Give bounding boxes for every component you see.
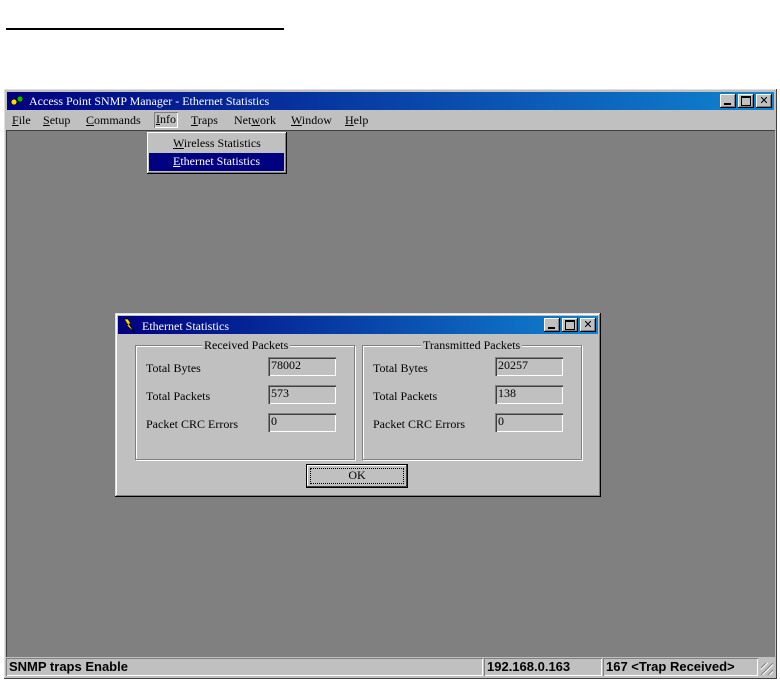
menu-info[interactable]: Info [154,112,178,128]
tx-total-packets-label: Total Packets [373,389,438,403]
info-dropdown-menu: Wireless Statistics Ethernet Statistics [147,132,287,174]
status-traps: 167 <Trap Received> [603,658,758,676]
maximize-icon [565,320,575,330]
close-icon: ✕ [759,94,769,107]
menu-network[interactable]: Network [234,113,276,128]
status-text: SNMP traps Enable [6,658,483,676]
main-titlebar[interactable]: Access Point SNMP Manager - Ethernet Sta… [7,92,774,110]
resize-grip-icon[interactable] [761,663,773,675]
ethernet-statistics-dialog: Ethernet Statistics ✕ Received Packets T… [115,313,601,497]
menubar: File Setup Commands Info Traps Network W… [7,111,774,129]
rx-crc-label: Packet CRC Errors [146,417,238,431]
menu-item-wireless-statistics[interactable]: Wireless Statistics [149,135,284,153]
menu-setup[interactable]: Setup [43,113,70,128]
minimize-icon [548,327,555,329]
rx-crc-field[interactable]: 0 [268,413,336,432]
tx-total-bytes-label: Total Bytes [373,361,428,375]
minimize-icon [724,103,731,105]
maximize-icon [741,96,751,106]
main-window-title: Access Point SNMP Manager - Ethernet Sta… [29,94,270,108]
tx-crc-field[interactable]: 0 [495,413,563,432]
received-packets-group: Received Packets Total Bytes 78002 Total… [135,338,355,460]
tx-crc-label: Packet CRC Errors [373,417,465,431]
close-button[interactable]: ✕ [756,94,772,108]
app-icon [10,95,24,106]
top-rule [6,28,284,30]
focus-rect [310,468,404,484]
dialog-titlebar[interactable]: Ethernet Statistics ✕ [118,316,598,334]
lightning-icon [123,318,135,333]
rx-total-packets-label: Total Packets [146,389,211,403]
rx-total-bytes-label: Total Bytes [146,361,201,375]
dialog-title: Ethernet Statistics [142,319,229,333]
minimize-button[interactable] [720,94,736,108]
transmitted-packets-group: Transmitted Packets Total Bytes 20257 To… [362,338,582,460]
menu-file[interactable]: File [12,113,31,128]
rx-total-packets-field[interactable]: 573 [268,385,336,404]
menu-help[interactable]: Help [345,113,368,128]
menu-traps[interactable]: Traps [191,113,218,128]
dialog-close-button[interactable]: ✕ [580,318,596,332]
maximize-button[interactable] [738,94,754,108]
dialog-maximize-button[interactable] [562,318,578,332]
ok-button[interactable]: OK [306,464,408,488]
rx-total-bytes-field[interactable]: 78002 [268,357,336,376]
status-ip: 192.168.0.163 [484,658,602,676]
tx-total-packets-field[interactable]: 138 [495,385,563,404]
menu-window[interactable]: Window [291,113,332,128]
transmitted-legend: Transmitted Packets [421,338,523,353]
tx-total-bytes-field[interactable]: 20257 [495,357,563,376]
menu-commands[interactable]: Commands [86,113,141,128]
menu-item-ethernet-statistics[interactable]: Ethernet Statistics [149,153,284,171]
statusbar: SNMP traps Enable 192.168.0.163 167 <Tra… [6,658,775,677]
dialog-minimize-button[interactable] [544,318,560,332]
close-icon: ✕ [583,318,593,331]
received-legend: Received Packets [202,338,291,353]
